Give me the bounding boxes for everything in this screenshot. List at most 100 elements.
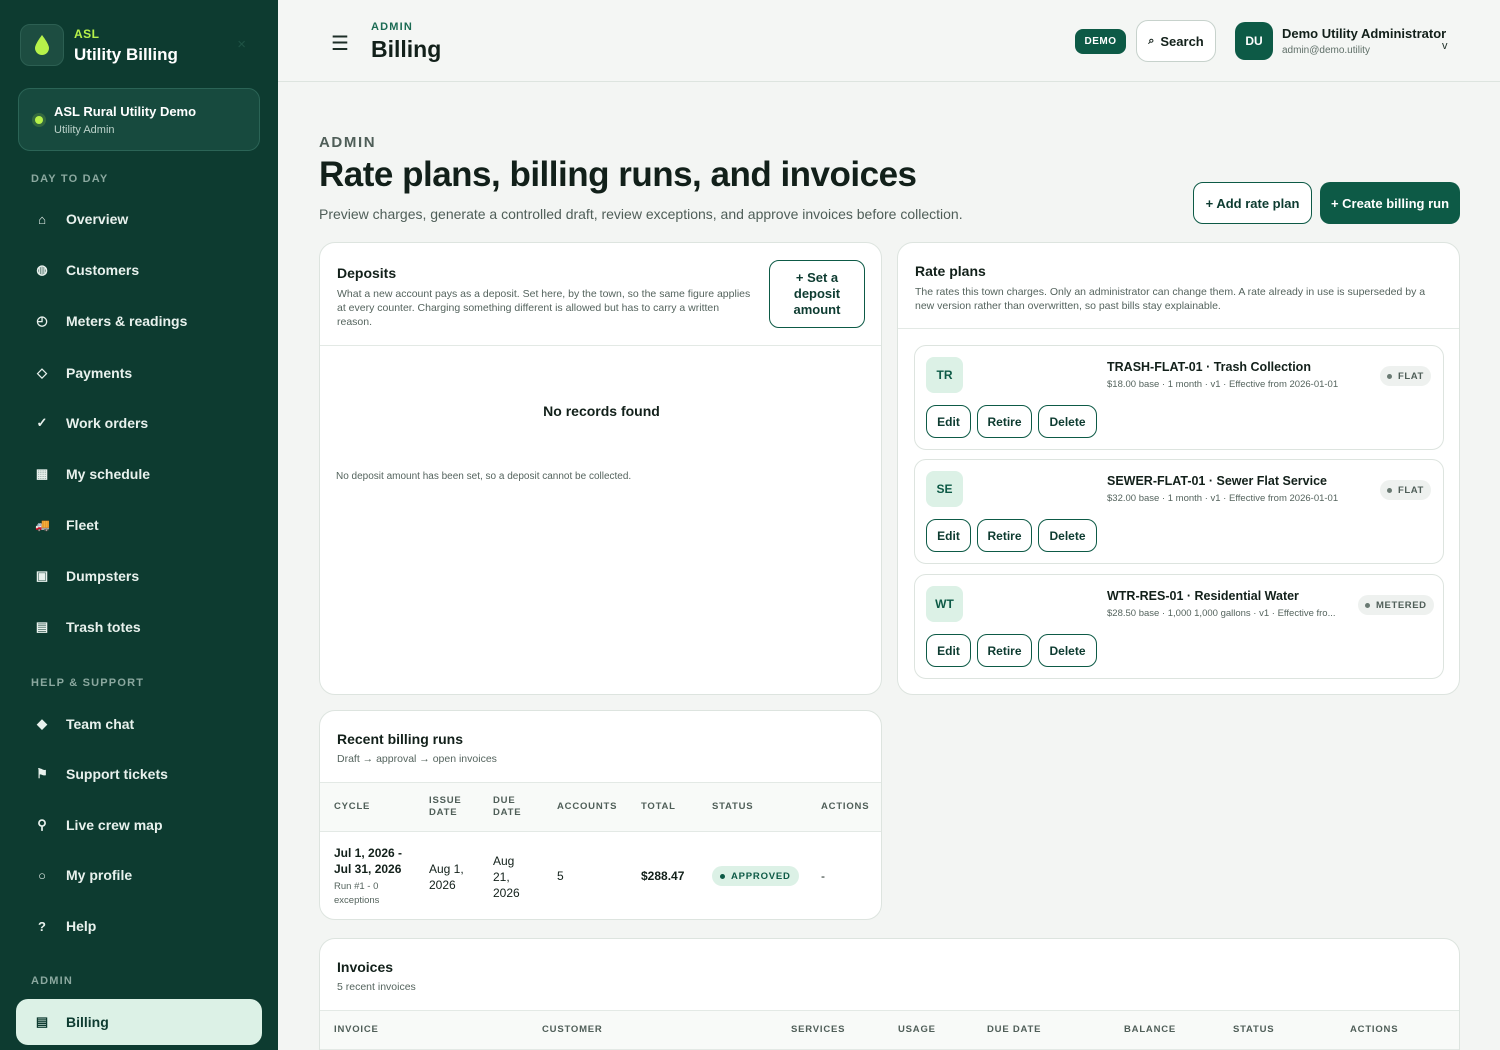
sidebar-item-dumpsters[interactable]: ▣ Dumpsters [16,553,262,599]
column-header: ACCOUNTS [557,801,618,812]
table-header [320,1010,1459,1050]
edit-button[interactable]: Edit [926,405,971,438]
sidebar-item-label: My schedule [66,466,151,482]
sidebar-item-label: My profile [66,867,133,883]
plan-name: WTR-RES-01 · Residential Water [1107,589,1299,603]
brand-eyebrow: ASL [74,27,100,41]
column-header: SERVICES [791,1024,846,1035]
sidebar-item-customers[interactable]: ◍ Customers [16,247,262,293]
total-cell: $288.47 [641,869,685,883]
sidebar-item-support-tickets[interactable]: ⚑ Support tickets [16,751,262,797]
rate-plan-item: SE SEWER-FLAT-01 · Sewer Flat Service $3… [914,459,1444,564]
profile-icon: ○ [38,867,46,883]
sidebar-item-label: Payments [66,365,133,381]
plan-type-badge: FLAT [1380,480,1431,500]
page-title: Rate plans, billing runs, and invoices [319,155,917,194]
empty-state: No records found [543,403,660,419]
sidebar-item-label: Support tickets [66,766,168,782]
search-label: Search [1160,33,1204,49]
sidebar-item-label: Overview [66,211,129,227]
column-header: BALANCE [1124,1024,1177,1035]
column-header: CUSTOMER [542,1024,603,1035]
map-pin-icon: ⚲ [37,817,47,832]
sidebar-item-help[interactable]: ? Help [16,903,262,949]
retire-button[interactable]: Retire [977,634,1032,667]
sidebar: ASL Utility Billing × ASL Rural Utility … [0,0,278,1050]
edit-button[interactable]: Edit [926,519,971,552]
sidebar-item-fleet[interactable]: 🚚 Fleet [16,502,262,548]
org-status-dot [35,116,43,124]
help-icon: ? [38,918,46,934]
billing-runs-title: Recent billing runs [337,731,464,747]
plan-badge: WT [926,586,963,622]
home-icon: ⌂ [38,211,46,227]
column-header: INVOICE [334,1024,379,1035]
sidebar-item-my-schedule[interactable]: ▦ My schedule [16,451,262,497]
sidebar-item-label: Fleet [66,517,99,533]
sidebar-item-label: Work orders [66,415,149,431]
calendar-icon: ▦ [35,466,49,481]
checkmark-icon: ✓ [36,415,48,430]
menu-icon[interactable]: ☰ [331,31,349,56]
column-header: ISSUE DATE [429,795,462,818]
invoices-title: Invoices [337,959,394,975]
sidebar-item-trash-totes[interactable]: ▤ Trash totes [16,604,262,650]
divider [320,345,881,346]
nav-section-day-to-day: DAY TO DAY [31,173,109,185]
truck-icon: 🚚 [35,518,50,532]
actions-cell: - [821,869,825,883]
rate-plan-item: TR TRASH-FLAT-01 · Trash Collection $18.… [914,345,1444,450]
sidebar-item-work-orders[interactable]: ✓ Work orders [16,400,262,446]
delete-button[interactable]: Delete [1038,405,1097,438]
plan-meta: $28.50 base · 1,000 1,000 gallons · v1 ·… [1107,608,1336,619]
org-switcher[interactable]: ASL Rural Utility Demo Utility Admin [18,88,260,151]
search-button[interactable]: ⌕ Search [1136,20,1216,62]
sidebar-item-label: Dumpsters [66,568,140,584]
dumpster-icon: ▣ [35,568,49,583]
edit-button[interactable]: Edit [926,634,971,667]
create-billing-run-button[interactable]: + Create billing run [1320,182,1460,224]
sidebar-item-payments[interactable]: ◇ Payments [16,350,262,396]
avatar[interactable]: DU [1235,22,1273,60]
sidebar-item-label: Help [66,918,97,934]
close-sidebar-icon[interactable]: × [237,36,246,53]
sidebar-item-meters[interactable]: ◴ Meters & readings [16,298,262,344]
topbar-title: Billing [371,36,442,62]
brand[interactable]: ASL Utility Billing × [20,24,260,68]
retire-button[interactable]: Retire [977,405,1032,438]
divider [898,328,1459,329]
flag-icon: ⚑ [36,766,48,781]
sidebar-item-label: Team chat [66,716,135,732]
sidebar-item-my-profile[interactable]: ○ My profile [16,852,262,898]
cycle-cell: Jul 1, 2026 - Jul 31, 2026 [334,846,403,876]
add-rate-plan-button[interactable]: + Add rate plan [1193,182,1312,224]
sidebar-item-label: Customers [66,262,140,278]
column-header: STATUS [1233,1024,1275,1035]
sidebar-item-label: Meters & readings [66,313,188,329]
plan-type-badge: FLAT [1380,366,1431,386]
sidebar-item-label: Billing [66,1014,109,1030]
rate-plans-title: Rate plans [915,263,986,279]
plan-badge: TR [926,357,963,393]
sidebar-item-overview[interactable]: ⌂ Overview [16,196,262,242]
column-header: STATUS [712,801,754,812]
user-name[interactable]: Demo Utility Administrator [1282,26,1446,41]
column-header: DUE DATE [493,795,522,818]
plan-name: TRASH-FLAT-01 · Trash Collection [1107,360,1311,374]
plan-name: SEWER-FLAT-01 · Sewer Flat Service [1107,474,1327,488]
retire-button[interactable]: Retire [977,519,1032,552]
column-header: DUE DATE [987,1024,1042,1035]
sidebar-item-live-crew-map[interactable]: ⚲ Live crew map [16,802,262,848]
delete-button[interactable]: Delete [1038,634,1097,667]
delete-button[interactable]: Delete [1038,519,1097,552]
rate-plans-description: The rates this town charges. Only an adm… [915,286,1426,312]
column-header: USAGE [898,1024,936,1035]
set-deposit-amount-button[interactable]: + Set a deposit amount [769,260,865,328]
chevron-down-icon[interactable]: v [1442,40,1448,52]
sidebar-item-team-chat[interactable]: ◆ Team chat [16,701,262,747]
plan-meta: $18.00 base · 1 month · v1 · Effective f… [1107,379,1339,390]
billing-runs-card: Recent billing runs Draft → approval → o… [319,710,882,920]
deposits-card: Deposits What a new account pays as a de… [319,242,882,695]
sidebar-item-billing[interactable]: ▤ Billing [16,999,262,1045]
plan-type-badge: METERED [1358,595,1434,615]
